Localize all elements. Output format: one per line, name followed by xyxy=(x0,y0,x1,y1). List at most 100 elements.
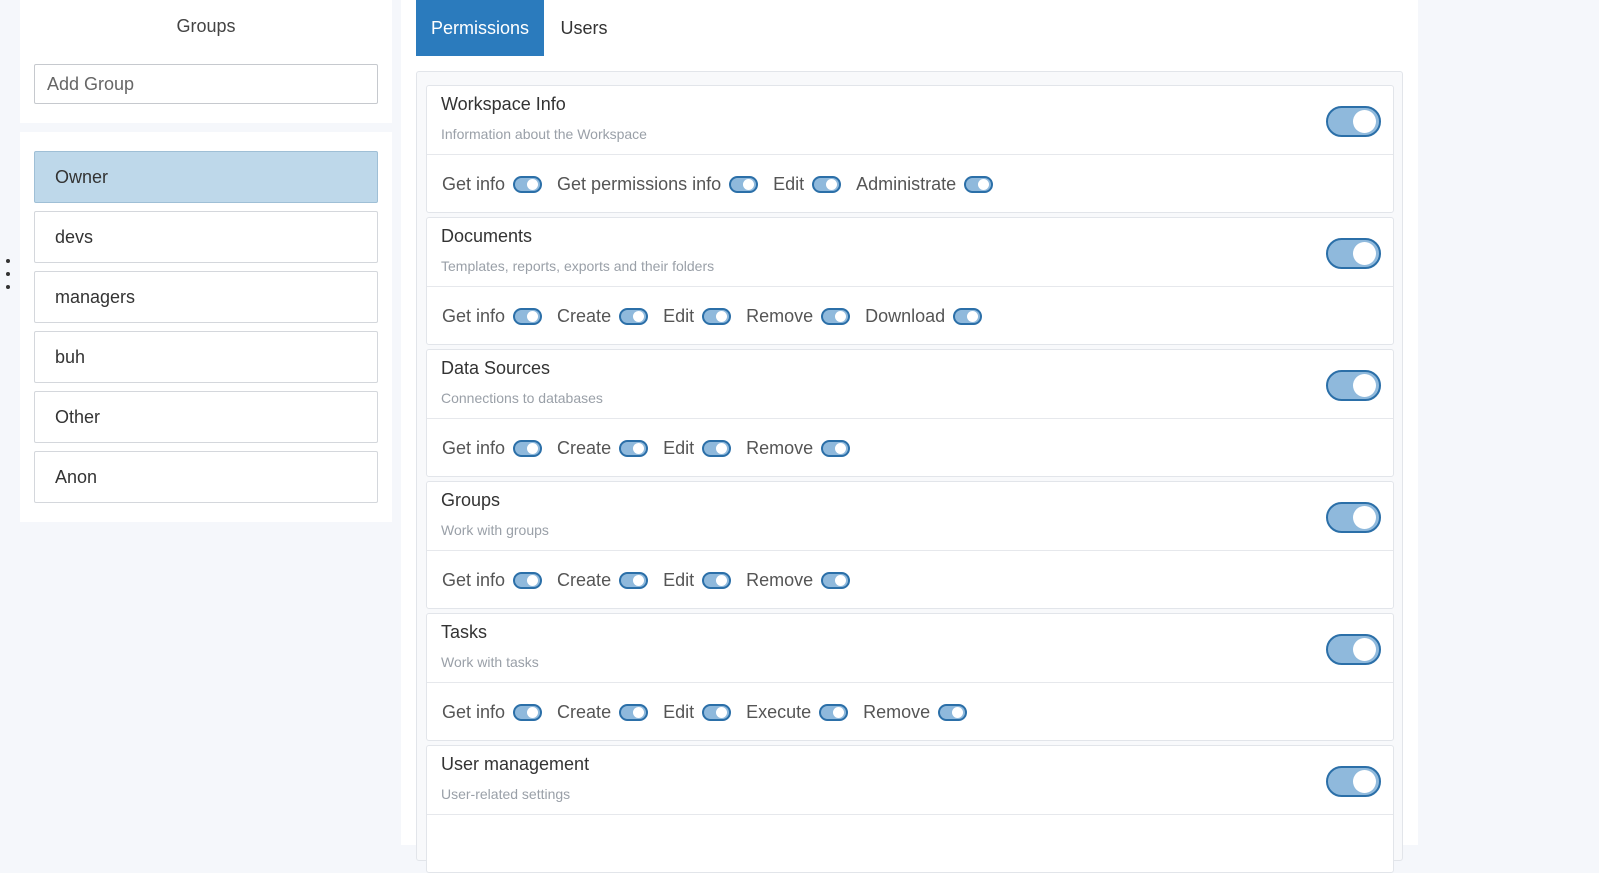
section-title: User management xyxy=(441,754,590,774)
permission-create[interactable]: Create xyxy=(557,570,649,591)
permission-toggle[interactable] xyxy=(812,175,842,193)
permission-toggle[interactable] xyxy=(964,175,994,193)
permission-toggle[interactable] xyxy=(729,175,759,193)
section-toggle[interactable] xyxy=(1326,502,1381,533)
section-toggle[interactable] xyxy=(1326,766,1381,797)
permission-get-info[interactable]: Get info xyxy=(442,570,543,591)
permission-execute[interactable]: Execute xyxy=(746,702,849,723)
permission-remove[interactable]: Remove xyxy=(863,701,968,723)
group-item-anon[interactable]: Anon xyxy=(34,451,378,503)
group-item-label: buh xyxy=(55,346,86,367)
permission-toggle[interactable] xyxy=(513,571,543,589)
section-title: Workspace Info xyxy=(441,94,566,114)
permission-label: Remove xyxy=(746,305,814,326)
permission-remove[interactable]: Remove xyxy=(746,437,851,459)
section-description: Information about the Workspace xyxy=(441,126,647,142)
permission-administrate[interactable]: Administrate xyxy=(856,173,994,195)
section-title: Tasks xyxy=(441,622,488,642)
permission-toggle[interactable] xyxy=(821,307,851,325)
section-header: Documents Templates, reports, exports an… xyxy=(427,218,1393,287)
permission-label: Get info xyxy=(442,437,506,458)
permission-edit[interactable]: Edit xyxy=(663,306,732,327)
permission-edit[interactable]: Edit xyxy=(773,174,842,195)
permission-row: Get info Get permissions info Edit Admin… xyxy=(442,172,1008,196)
section-title: Data Sources xyxy=(441,358,551,378)
tab-label: Permissions xyxy=(430,17,530,38)
permission-toggle[interactable] xyxy=(619,439,649,457)
permission-get-info[interactable]: Get info xyxy=(442,702,543,723)
permission-create[interactable]: Create xyxy=(557,702,649,723)
permission-toggle[interactable] xyxy=(821,439,851,457)
group-item-owner[interactable]: Owner xyxy=(34,151,378,203)
groups-title: Groups xyxy=(176,16,236,36)
permission-edit[interactable]: Edit xyxy=(663,570,732,591)
permission-remove[interactable]: Remove xyxy=(746,305,851,327)
permission-toggle[interactable] xyxy=(819,703,849,721)
permission-row: Get info Create Edit Execute Remove xyxy=(442,700,982,724)
permission-row: Get info Create Edit Remove xyxy=(442,436,865,460)
permission-toggle[interactable] xyxy=(619,703,649,721)
section-toggle[interactable] xyxy=(1326,634,1381,665)
tab-permissions[interactable]: Permissions xyxy=(416,0,544,56)
tab-label: Users xyxy=(560,17,608,38)
group-item-label: Owner xyxy=(55,166,109,187)
section-data-sources: Data Sources Connections to databases Ge… xyxy=(426,349,1394,477)
group-item-devs[interactable]: devs xyxy=(34,211,378,263)
permission-toggle[interactable] xyxy=(619,571,649,589)
section-tasks: Tasks Work with tasks Get info Create Ed… xyxy=(426,613,1394,741)
permissions-area: Permissions Users Workspace Info Informa… xyxy=(401,0,1418,873)
group-item-buh[interactable]: buh xyxy=(34,331,378,383)
permission-toggle[interactable] xyxy=(953,307,983,325)
permission-toggle[interactable] xyxy=(513,703,543,721)
permission-label: Remove xyxy=(746,569,814,590)
section-description: Work with tasks xyxy=(441,654,539,670)
permission-get-info[interactable]: Get info xyxy=(442,174,543,195)
group-item-other[interactable]: Other xyxy=(34,391,378,443)
permission-toggle[interactable] xyxy=(702,703,732,721)
permission-label: Administrate xyxy=(856,173,957,194)
permission-remove[interactable]: Remove xyxy=(746,569,851,591)
section-toggle[interactable] xyxy=(1326,370,1381,401)
permission-toggle[interactable] xyxy=(619,307,649,325)
permission-label: Edit xyxy=(663,701,695,722)
permission-label: Remove xyxy=(746,437,814,458)
permission-toggle[interactable] xyxy=(821,571,851,589)
section-description: Templates, reports, exports and their fo… xyxy=(441,258,715,274)
permission-toggle[interactable] xyxy=(513,439,543,457)
permission-get-permissions-info[interactable]: Get permissions info xyxy=(557,173,759,195)
permission-create[interactable]: Create xyxy=(557,305,649,327)
group-item-label: Anon xyxy=(55,466,98,487)
drag-handle[interactable] xyxy=(6,259,12,289)
group-item-label: managers xyxy=(55,286,136,307)
dot-icon xyxy=(6,272,10,276)
add-group-input[interactable] xyxy=(34,64,378,104)
group-item-label: devs xyxy=(55,226,94,247)
permission-label: Get permissions info xyxy=(557,173,722,194)
section-description: Connections to databases xyxy=(441,390,603,406)
dot-icon xyxy=(6,259,10,263)
permission-label: Remove xyxy=(863,701,931,722)
permission-label: Download xyxy=(865,305,946,326)
group-item-managers[interactable]: managers xyxy=(34,271,378,323)
section-documents: Documents Templates, reports, exports an… xyxy=(426,217,1394,345)
permission-toggle[interactable] xyxy=(702,439,732,457)
permission-toggle[interactable] xyxy=(513,307,543,325)
permission-download[interactable]: Download xyxy=(865,305,983,327)
permission-label: Create xyxy=(557,305,612,326)
permission-toggle[interactable] xyxy=(938,703,968,721)
permission-get-info[interactable]: Get info xyxy=(442,437,543,459)
permission-create[interactable]: Create xyxy=(557,438,649,459)
permission-toggle[interactable] xyxy=(702,571,732,589)
section-toggle[interactable] xyxy=(1326,238,1381,269)
permission-toggle[interactable] xyxy=(513,175,543,193)
permission-get-info[interactable]: Get info xyxy=(442,305,543,327)
section-description: User-related settings xyxy=(441,786,571,802)
permission-toggle[interactable] xyxy=(702,307,732,325)
section-groups: Groups Work with groups Get info Create … xyxy=(426,481,1394,609)
permission-row: Get info Create Edit Remove Download xyxy=(442,304,997,328)
permission-edit[interactable]: Edit xyxy=(663,438,732,459)
permission-edit[interactable]: Edit xyxy=(663,701,732,723)
permission-label: Get info xyxy=(442,305,506,326)
section-toggle[interactable] xyxy=(1326,106,1381,137)
tab-users[interactable]: Users xyxy=(544,0,624,56)
